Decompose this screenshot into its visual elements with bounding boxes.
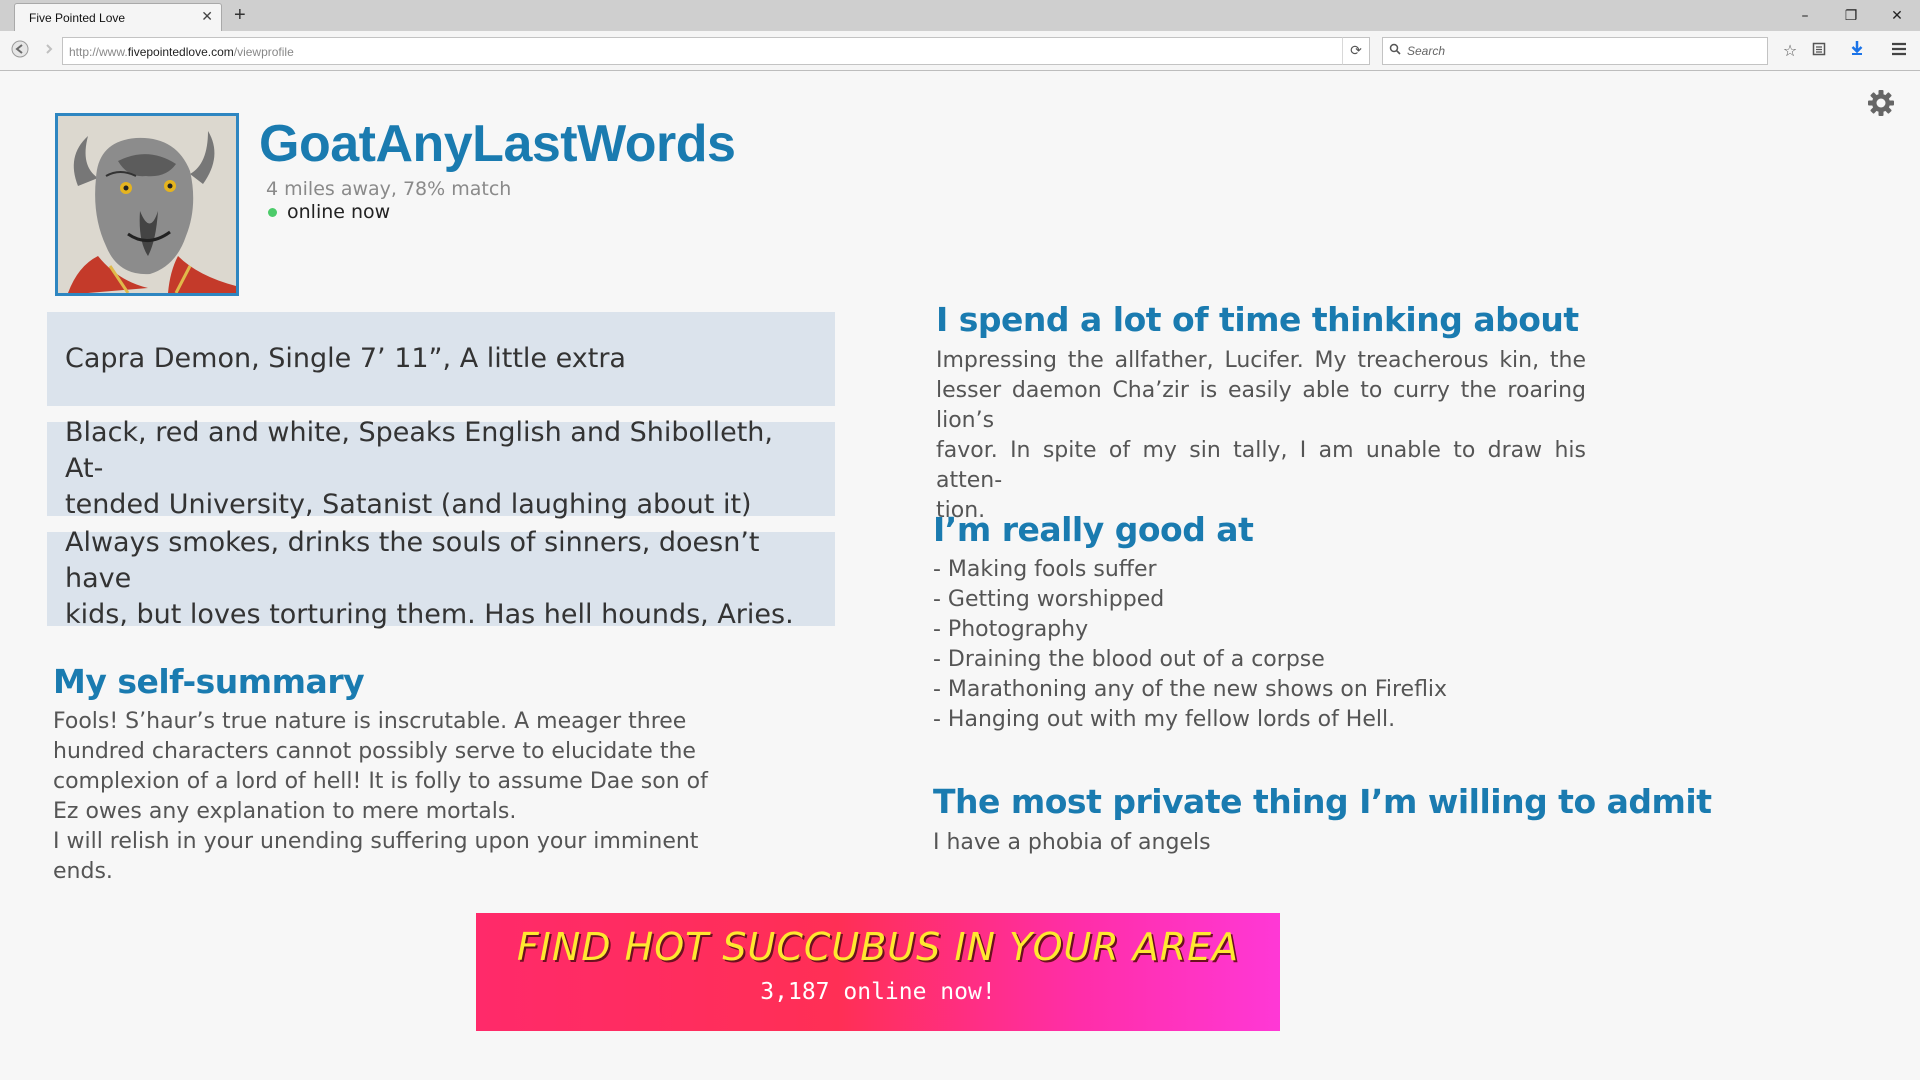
new-tab-button[interactable]: + bbox=[234, 4, 246, 26]
info-line: Always smokes, drinks the souls of sinne… bbox=[65, 527, 760, 594]
search-input[interactable] bbox=[1407, 42, 1757, 60]
restore-button[interactable]: ❐ bbox=[1828, 0, 1874, 31]
url-text[interactable]: http://www.fivepointedlove.com/viewprofi… bbox=[69, 45, 294, 59]
list-item: - Getting worshipped bbox=[933, 587, 1165, 612]
reload-icon[interactable]: ⟳ bbox=[1342, 37, 1370, 65]
distance-match-text: 4 miles away, 78% match bbox=[266, 178, 512, 200]
search-bar[interactable] bbox=[1382, 37, 1768, 65]
info-box-basics: Capra Demon, Single 7’ 11”, A little ext… bbox=[47, 312, 835, 406]
thinking-about-text: Impressing the allfather, Lucifer. My tr… bbox=[936, 346, 1586, 526]
list-item: - Marathoning any of the new shows on Fi… bbox=[933, 677, 1448, 702]
thinking-about-heading: I spend a lot of time thinking about bbox=[936, 300, 1579, 339]
text-line: hundred characters cannot possibly serve… bbox=[53, 739, 696, 764]
navigation-toolbar: http://www.fivepointedlove.com/viewprofi… bbox=[0, 31, 1920, 71]
goat-demon-portrait-icon bbox=[58, 116, 236, 293]
avatar[interactable] bbox=[55, 113, 239, 296]
reading-list-icon[interactable] bbox=[1808, 40, 1830, 62]
text-line: Ez owes any explanation to mere mortals. bbox=[53, 799, 517, 824]
search-icon bbox=[1389, 43, 1401, 59]
info-line: tended University, Satanist (and laughin… bbox=[65, 489, 752, 520]
info-line: Black, red and white, Speaks English and… bbox=[65, 417, 773, 484]
text-line: I will relish in your unending suffering… bbox=[53, 829, 699, 854]
info-box-background: Black, red and white, Speaks English and… bbox=[47, 417, 835, 520]
list-item: - Making fools suffer bbox=[933, 557, 1157, 582]
private-thing-heading: The most private thing I’m willing to ad… bbox=[933, 782, 1712, 821]
download-icon[interactable] bbox=[1846, 40, 1868, 62]
text-line: lesser daemon Cha’zir is easily able to … bbox=[936, 378, 1586, 433]
tab-title: Five Pointed Love bbox=[29, 11, 126, 25]
info-line: kids, but loves torturing them. Has hell… bbox=[65, 599, 794, 630]
address-bar[interactable]: http://www.fivepointedlove.com/viewprofi… bbox=[62, 37, 1342, 65]
online-dot-icon bbox=[268, 207, 277, 217]
good-at-list: - Making fools suffer - Getting worshipp… bbox=[933, 555, 1447, 735]
window-controls: – ❐ ✕ bbox=[1782, 0, 1920, 31]
list-item: - Photography bbox=[933, 617, 1089, 642]
good-at-heading: I’m really good at bbox=[933, 510, 1254, 549]
browser-tab[interactable]: Five Pointed Love ✕ bbox=[14, 3, 222, 31]
list-item: - Hanging out with my fellow lords of He… bbox=[933, 707, 1396, 732]
info-box-lifestyle: Always smokes, drinks the souls of sinne… bbox=[47, 527, 835, 630]
private-thing-text: I have a phobia of angels bbox=[933, 830, 1211, 855]
ad-banner[interactable]: FIND HOT SUCCUBUS IN YOUR AREA 3,187 onl… bbox=[476, 913, 1280, 1031]
back-arrow-icon[interactable] bbox=[9, 40, 31, 62]
close-tab-icon[interactable]: ✕ bbox=[201, 9, 213, 25]
tab-bar: Five Pointed Love ✕ + – ❐ ✕ bbox=[0, 0, 1920, 31]
menu-icon[interactable] bbox=[1888, 40, 1910, 62]
text-line: Impressing the allfather, Lucifer. My tr… bbox=[936, 348, 1586, 373]
minimize-button[interactable]: – bbox=[1782, 0, 1828, 31]
ad-subline: 3,187 online now! bbox=[760, 979, 996, 1005]
online-status-label: online now bbox=[287, 201, 391, 223]
close-window-button[interactable]: ✕ bbox=[1874, 0, 1920, 31]
bookmark-star-icon[interactable]: ☆ bbox=[1779, 40, 1801, 62]
text-line: Fools! S’haur’s true nature is inscrutab… bbox=[53, 709, 687, 734]
profile-username: GoatAnyLastWords bbox=[259, 115, 736, 173]
text-line: favor. In spite of my sin tally, I am un… bbox=[936, 438, 1586, 493]
list-item: - Draining the blood out of a corpse bbox=[933, 647, 1325, 672]
gear-icon[interactable] bbox=[1866, 88, 1896, 118]
forward-arrow-icon[interactable] bbox=[38, 40, 60, 62]
self-summary-heading: My self-summary bbox=[53, 662, 365, 701]
online-status: online now bbox=[268, 201, 390, 223]
self-summary-text: Fools! S’haur’s true nature is inscrutab… bbox=[53, 707, 713, 887]
text-line: ends. bbox=[53, 859, 113, 884]
ad-headline: FIND HOT SUCCUBUS IN YOUR AREA bbox=[516, 925, 1240, 969]
info-line: Capra Demon, Single 7’ 11”, A little ext… bbox=[65, 343, 626, 374]
text-line: complexion of a lord of hell! It is foll… bbox=[53, 769, 708, 794]
